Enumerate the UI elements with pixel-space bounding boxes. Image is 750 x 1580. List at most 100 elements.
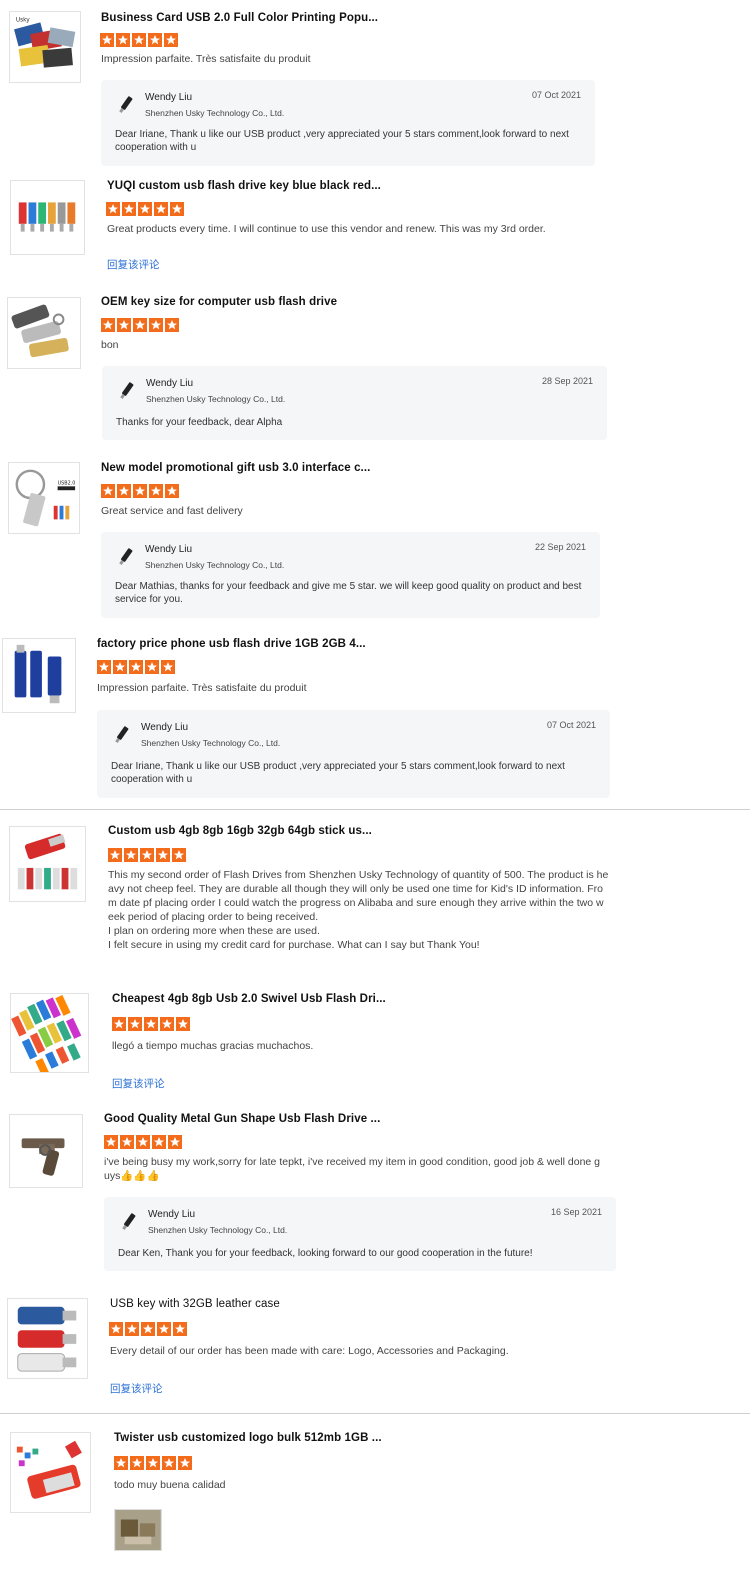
reply-to-review-link[interactable]: 回复该评论 xyxy=(112,1076,165,1091)
star-icon xyxy=(97,660,111,674)
product-title[interactable]: New model promotional gift usb 3.0 inter… xyxy=(101,462,370,474)
product-title[interactable]: Twister usb customized logo bulk 512mb 1… xyxy=(114,1432,382,1444)
star-icon xyxy=(136,1135,150,1149)
star-icon xyxy=(128,1017,142,1031)
rating-stars xyxy=(108,848,186,862)
seller-company: Shenzhen Usky Technology Co., Ltd. xyxy=(141,738,281,748)
star-icon xyxy=(161,660,175,674)
seller-name: Wendy Liu xyxy=(145,92,193,103)
seller-company: Shenzhen Usky Technology Co., Ltd. xyxy=(146,394,286,404)
rating-stars xyxy=(101,318,179,332)
rating-stars xyxy=(104,1135,182,1149)
star-icon xyxy=(172,848,186,862)
reply-date: 16 Sep 2021 xyxy=(550,1207,602,1217)
reply-text: Dear Iriane, Thank u like our USB produc… xyxy=(111,761,565,785)
seller-avatar-icon xyxy=(115,726,129,743)
star-icon xyxy=(173,1322,187,1336)
seller-reply: Wendy Liu Shenzhen Usky Technology Co., … xyxy=(101,80,595,166)
star-icon xyxy=(165,318,179,332)
phone-usb-icon[interactable] xyxy=(2,638,76,713)
twister-usb-icon[interactable] xyxy=(10,1432,91,1513)
star-icon xyxy=(164,33,178,47)
star-icon xyxy=(129,660,143,674)
product-title[interactable]: Custom usb 4gb 8gb 16gb 32gb 64gb stick … xyxy=(108,825,372,837)
seller-company: Shenzhen Usky Technology Co., Ltd. xyxy=(145,108,285,118)
seller-name: Wendy Liu xyxy=(141,722,189,733)
star-icon xyxy=(141,1322,155,1336)
star-icon xyxy=(165,484,179,498)
review-comment: llegó a tiempo muchas gracias muchachos. xyxy=(112,1040,314,1052)
star-icon xyxy=(146,1456,160,1470)
star-icon xyxy=(168,1135,182,1149)
star-icon xyxy=(117,318,131,332)
rating-stars xyxy=(97,660,175,674)
review-comment: Every detail of our order has been made … xyxy=(110,1345,509,1357)
seller-reply: Wendy Liu Shenzhen Usky Technology Co., … xyxy=(102,366,607,440)
seller-avatar-icon xyxy=(119,548,133,565)
star-icon xyxy=(130,1456,144,1470)
seller-avatar-icon xyxy=(120,382,134,399)
seller-avatar-icon xyxy=(119,96,133,113)
star-icon xyxy=(160,1017,174,1031)
review-comment: This my second order of Flash Drives fro… xyxy=(108,869,609,951)
section-divider xyxy=(0,809,750,810)
svg-text:Usky: Usky xyxy=(16,18,30,24)
star-icon xyxy=(149,318,163,332)
star-icon xyxy=(162,1456,176,1470)
rating-stars xyxy=(100,33,178,47)
star-icon xyxy=(125,1322,139,1336)
rating-stars xyxy=(109,1322,187,1336)
seller-name: Wendy Liu xyxy=(146,378,194,389)
product-title[interactable]: OEM key size for computer usb flash driv… xyxy=(101,296,337,308)
star-icon xyxy=(176,1017,190,1031)
star-icon xyxy=(145,660,159,674)
seller-company: Shenzhen Usky Technology Co., Ltd. xyxy=(145,560,285,570)
star-icon xyxy=(108,848,122,862)
product-title[interactable]: factory price phone usb flash drive 1GB … xyxy=(97,638,366,650)
swivel-usb-icon[interactable] xyxy=(9,826,86,902)
star-icon xyxy=(104,1135,118,1149)
reply-to-review-link[interactable]: 回复该评论 xyxy=(110,1381,163,1396)
review-photo-icon[interactable] xyxy=(114,1509,162,1551)
business-card-usb-icon[interactable]: Usky xyxy=(9,11,81,83)
star-icon xyxy=(116,33,130,47)
reply-date: 22 Sep 2021 xyxy=(534,542,586,552)
review-comment: Impression parfaite. Très satisfaite du … xyxy=(97,682,307,694)
metal-usb-icon[interactable] xyxy=(7,297,81,369)
seller-name: Wendy Liu xyxy=(145,544,193,555)
rating-stars xyxy=(101,484,179,498)
review-comment: Great service and fast delivery xyxy=(101,505,243,517)
svg-text:USB2.0: USB2.0 xyxy=(58,480,76,486)
star-icon xyxy=(156,848,170,862)
key-usb-icon[interactable] xyxy=(10,180,85,255)
seller-name: Wendy Liu xyxy=(148,1209,196,1220)
star-icon xyxy=(112,1017,126,1031)
star-icon xyxy=(133,484,147,498)
colorful-swivel-usb-icon[interactable] xyxy=(10,993,89,1073)
star-icon xyxy=(114,1456,128,1470)
rating-stars xyxy=(106,202,184,216)
review-comment: i've being busy my work,sorry for late t… xyxy=(104,1156,601,1182)
star-icon xyxy=(152,1135,166,1149)
star-icon xyxy=(178,1456,192,1470)
seller-avatar-icon xyxy=(122,1213,136,1230)
product-title[interactable]: Cheapest 4gb 8gb Usb 2.0 Swivel Usb Flas… xyxy=(112,993,386,1005)
product-title[interactable]: USB key with 32GB leather case xyxy=(110,1298,280,1310)
review-comment: Impression parfaite. Très satisfaite du … xyxy=(101,53,311,65)
reply-date: 07 Oct 2021 xyxy=(546,720,596,730)
product-title[interactable]: Business Card USB 2.0 Full Color Printin… xyxy=(101,12,378,24)
star-icon xyxy=(113,660,127,674)
star-icon xyxy=(120,1135,134,1149)
product-title[interactable]: YUQI custom usb flash drive key blue bla… xyxy=(107,180,381,192)
product-title[interactable]: Good Quality Metal Gun Shape Usb Flash D… xyxy=(104,1113,380,1125)
seller-company: Shenzhen Usky Technology Co., Ltd. xyxy=(148,1225,288,1235)
star-icon xyxy=(133,318,147,332)
leather-usb-icon[interactable] xyxy=(7,1298,88,1379)
star-icon xyxy=(117,484,131,498)
reply-to-review-link[interactable]: 回复该评论 xyxy=(107,257,160,272)
keyring-usb-icon[interactable]: USB2.0 xyxy=(8,462,80,534)
star-icon xyxy=(170,202,184,216)
review-comment: todo muy buena calidad xyxy=(114,1479,226,1491)
reply-text: Thanks for your feedback, dear Alpha xyxy=(116,417,283,428)
gun-usb-icon[interactable] xyxy=(9,1114,83,1188)
